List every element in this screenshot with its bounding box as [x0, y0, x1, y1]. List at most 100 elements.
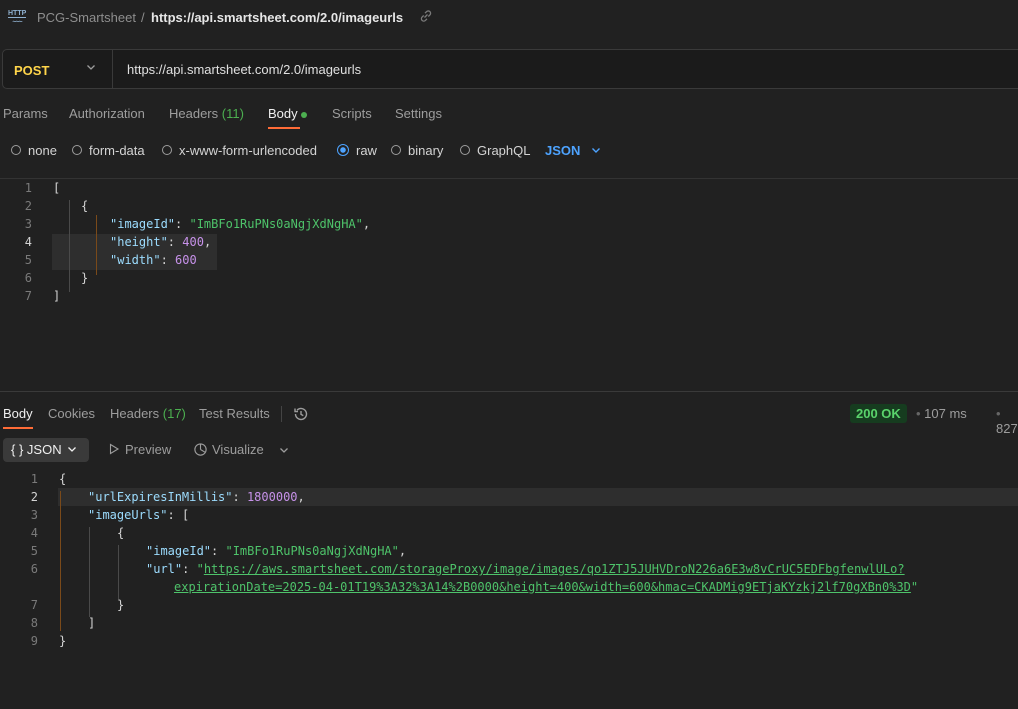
radio-circle	[391, 145, 401, 155]
radio-graphql[interactable]: GraphQL	[460, 142, 531, 158]
radio-label: form-data	[89, 142, 145, 158]
code-line: "width": 600	[110, 253, 197, 267]
response-tab-headers[interactable]: Headers (17)	[110, 406, 186, 421]
headers-count: (11)	[221, 106, 244, 121]
indent-guide	[96, 215, 97, 275]
code-line: "url": "https://aws.smartsheet.com/stora…	[146, 562, 905, 576]
response-tab-headers-label: Headers	[110, 406, 160, 421]
link-icon[interactable]	[418, 8, 434, 24]
http-file-icon: HTTP ~~~	[8, 10, 27, 26]
line-number: 3	[24, 217, 32, 231]
code-line: "imageUrls": [	[88, 508, 190, 522]
image-url-link[interactable]: https://aws.smartsheet.com/storageProxy/…	[204, 562, 905, 576]
code-line: }	[59, 634, 67, 648]
radio-circle	[460, 145, 470, 155]
method-select[interactable]: POST	[14, 63, 49, 78]
indent-guide	[89, 527, 90, 617]
radio-binary[interactable]: binary	[391, 142, 444, 158]
code-line: {	[117, 526, 125, 540]
radio-form-data[interactable]: form-data	[72, 142, 145, 158]
line-number: 5	[30, 544, 38, 558]
tab-authorization[interactable]: Authorization	[69, 106, 145, 121]
response-headers-count: (17)	[162, 406, 186, 421]
radio-circle	[72, 145, 82, 155]
radio-circle-selected	[337, 144, 349, 156]
line-number: 4	[30, 526, 38, 540]
tab-scripts[interactable]: Scripts	[332, 106, 372, 121]
image-url-link-continued[interactable]: expirationDate=2025-04-01T19%3A32%3A14%2…	[174, 580, 911, 594]
braces-icon: { }	[11, 442, 24, 457]
tab-headers[interactable]: Headers (11)	[169, 106, 244, 121]
active-tab-indicator	[3, 427, 33, 429]
radio-urlencoded[interactable]: x-www-form-urlencoded	[162, 142, 317, 158]
radio-raw[interactable]: raw	[337, 143, 377, 158]
indent-guide	[118, 545, 119, 599]
response-time[interactable]: • 107 ms	[916, 406, 967, 421]
radio-label: x-www-form-urlencoded	[179, 142, 317, 158]
divider	[0, 178, 1018, 179]
code-line: {	[81, 199, 89, 213]
line-number: 9	[30, 634, 38, 648]
line-number: 1	[24, 181, 32, 195]
active-tab-indicator	[268, 127, 300, 129]
visualize-icon	[194, 443, 207, 456]
tab-headers-label: Headers	[169, 106, 219, 121]
radio-label: GraphQL	[477, 142, 531, 158]
line-number: 6	[30, 562, 38, 576]
response-tab-body[interactable]: Body	[3, 406, 33, 421]
radio-label: none	[28, 142, 57, 158]
line-number: 4	[24, 235, 32, 249]
radio-none[interactable]: none	[11, 142, 57, 158]
response-tab-test-results[interactable]: Test Results	[199, 406, 270, 421]
body-format-select[interactable]: JSON	[545, 143, 580, 158]
line-number: 3	[30, 508, 38, 522]
visualize-button[interactable]: Visualize	[193, 442, 264, 457]
code-line: ]	[53, 289, 61, 303]
url-input[interactable]: https://api.smartsheet.com/2.0/imageurls	[127, 62, 361, 77]
code-line: }	[81, 271, 89, 285]
line-number: 5	[24, 253, 32, 267]
code-line: "imageId": "ImBFo1RuPNs0aNgjXdNgHA",	[110, 217, 371, 231]
code-line: "height": 400,	[110, 235, 212, 249]
tab-params[interactable]: Params	[3, 106, 48, 121]
radio-circle	[11, 145, 21, 155]
line-number: 1	[30, 472, 38, 486]
response-size[interactable]: • 827	[996, 406, 1018, 436]
chevron-down-icon[interactable]	[279, 445, 289, 455]
tab-body[interactable]: Body	[268, 106, 307, 121]
line-number: 7	[24, 289, 32, 303]
code-line: }	[117, 598, 125, 612]
breadcrumb-collection[interactable]: PCG-Smartsheet	[37, 10, 136, 25]
request-title[interactable]: https://api.smartsheet.com/2.0/imageurls	[151, 10, 403, 25]
chevron-down-icon	[68, 447, 77, 452]
code-line: [	[53, 181, 61, 195]
line-number: 7	[30, 598, 38, 612]
code-line: "imageId": "ImBFo1RuPNs0aNgjXdNgHA",	[146, 544, 407, 558]
tab-settings[interactable]: Settings	[395, 106, 442, 121]
tab-body-label: Body	[268, 106, 298, 121]
line-number: 2	[24, 199, 32, 213]
radio-circle	[162, 145, 172, 155]
status-badge[interactable]: 200 OK	[850, 404, 907, 423]
url-divider	[112, 50, 113, 88]
breadcrumb-separator: /	[141, 10, 145, 25]
line-number: 2	[30, 490, 38, 504]
indent-guide	[69, 200, 70, 292]
code-line: "urlExpiresInMillis": 1800000,	[88, 490, 305, 504]
divider	[281, 406, 282, 422]
code-line: expirationDate=2025-04-01T19%3A32%3A14%2…	[174, 580, 919, 594]
response-tab-cookies[interactable]: Cookies	[48, 406, 95, 421]
response-format-label: { } JSON	[11, 442, 77, 457]
play-icon	[109, 443, 120, 455]
chevron-down-icon[interactable]	[591, 145, 601, 155]
history-icon[interactable]	[292, 405, 310, 423]
chevron-down-icon[interactable]	[86, 62, 96, 72]
code-line: ]	[88, 616, 96, 630]
body-modified-dot	[300, 111, 307, 118]
line-number: 6	[24, 271, 32, 285]
radio-label: binary	[408, 142, 444, 158]
code-line: {	[59, 472, 67, 486]
indent-guide	[60, 491, 61, 631]
preview-button[interactable]: Preview	[108, 442, 171, 457]
pane-splitter[interactable]	[0, 391, 1018, 392]
